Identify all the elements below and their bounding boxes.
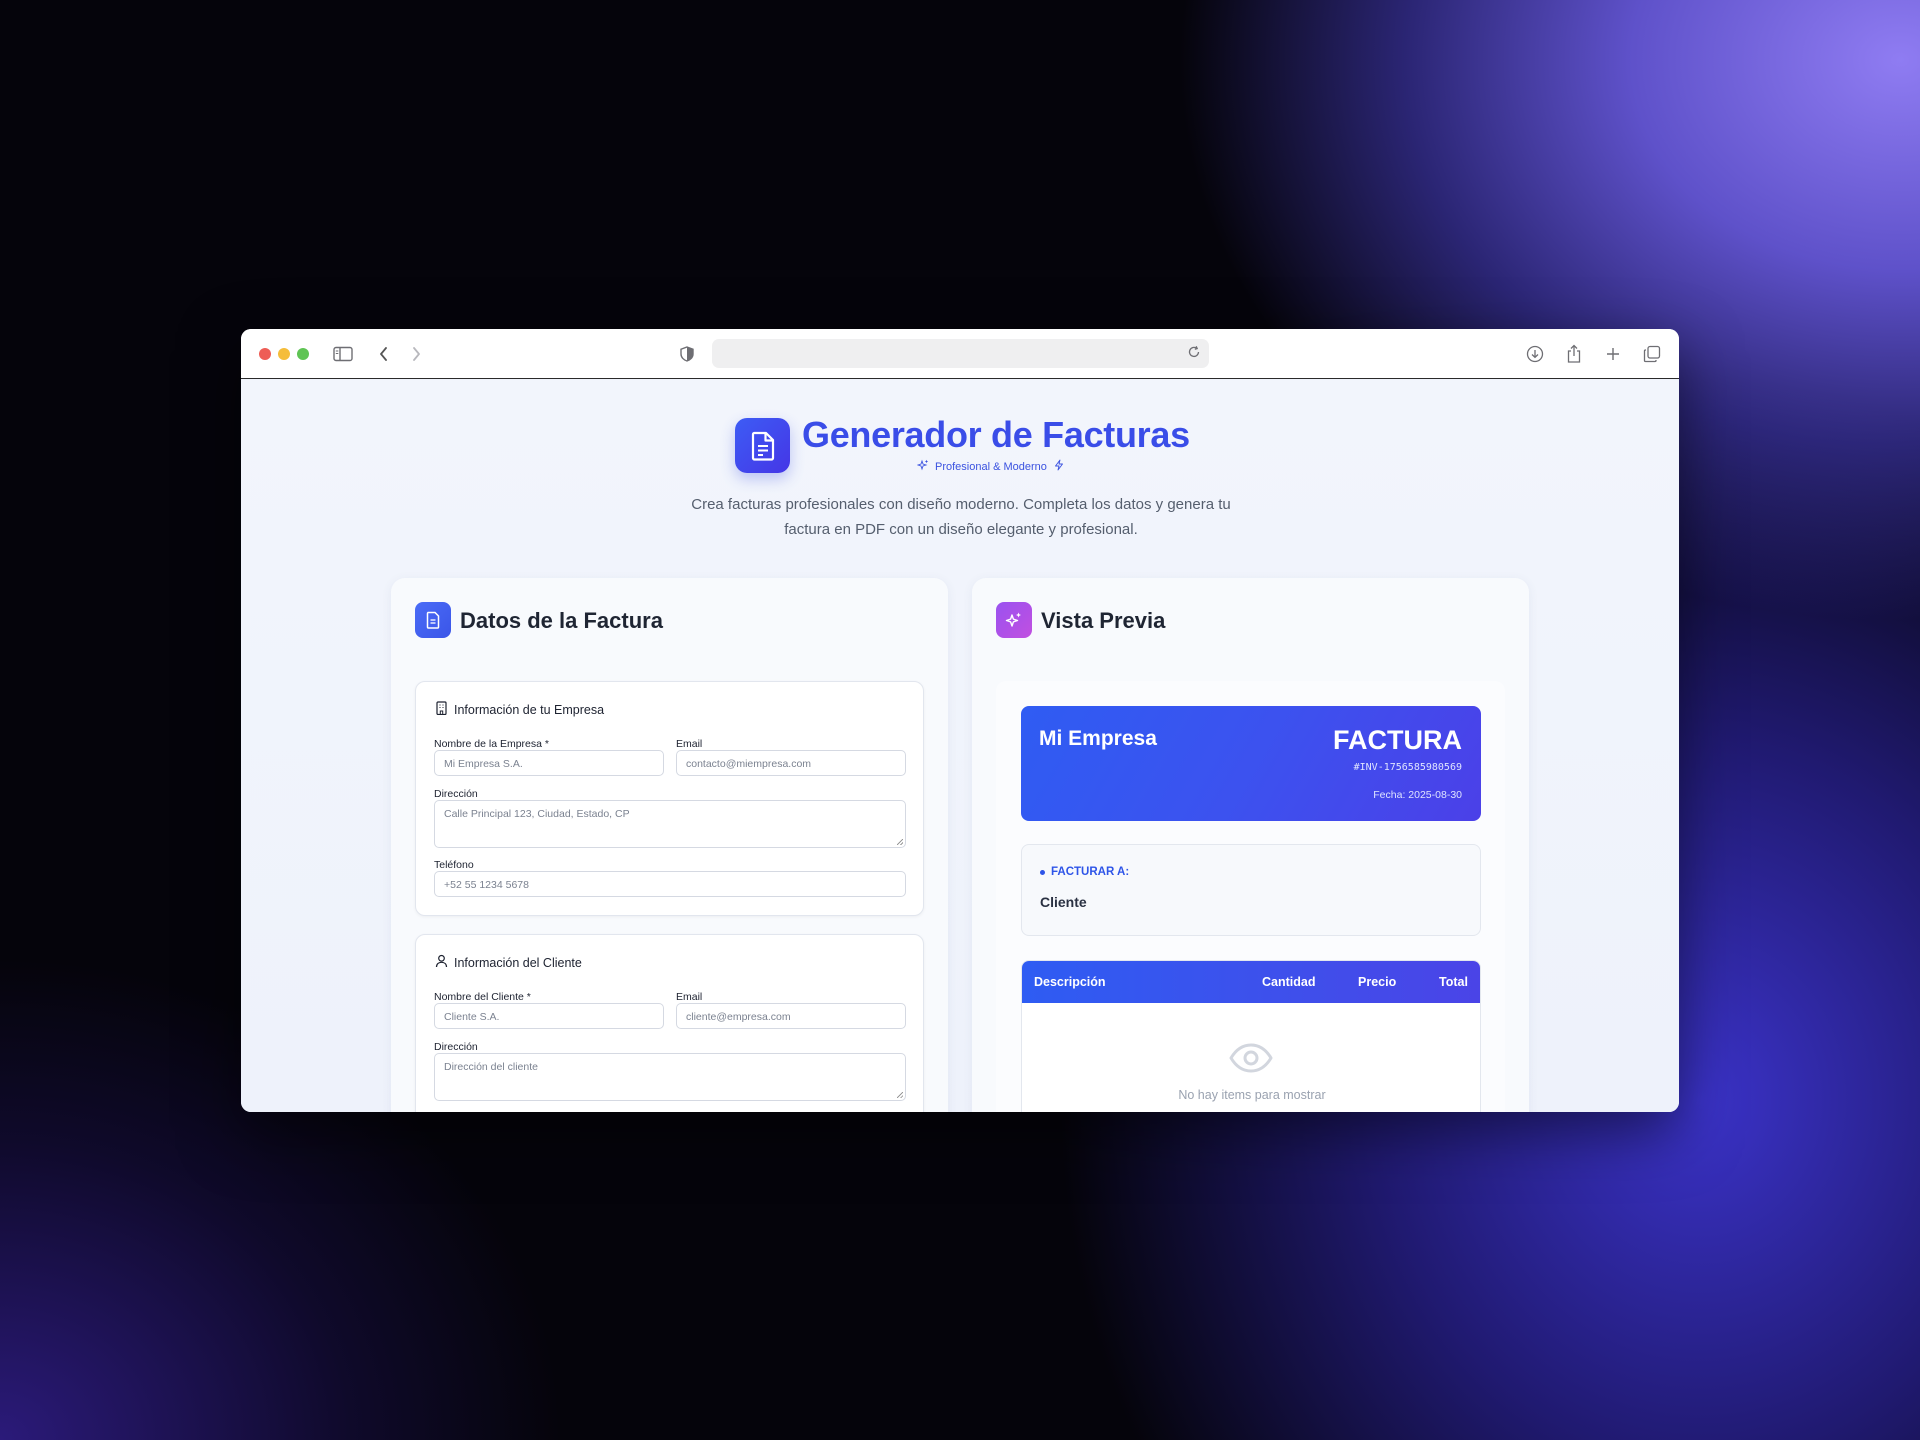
hero-tagline: Profesional & Moderno [916,459,1065,474]
form-panel-title: Datos de la Factura [460,608,663,633]
invoice-form-panel: Datos de la Factura Información de tu Em… [391,578,948,1112]
form-document-icon [415,602,451,638]
client-name-label: Nombre del Cliente * [434,991,531,1003]
new-tab-icon[interactable] [1602,343,1624,365]
bill-to-label-text: FACTURAR A: [1051,866,1130,878]
company-phone-label: Teléfono [434,859,474,871]
document-logo-icon [735,418,790,473]
bill-to-label: FACTURAR A: [1040,866,1129,878]
company-email-input[interactable]: contacto@miempresa.com [676,750,906,776]
column-total: Total [1439,975,1468,989]
download-icon[interactable] [1524,343,1546,365]
invoice-title: FACTURA [1333,725,1462,755]
company-info-heading: Información de tu Empresa [435,701,604,718]
sidebar-toggle-icon[interactable] [332,343,354,365]
user-icon [435,954,448,971]
hero-description: Crea facturas profesionales con diseño m… [691,496,1231,538]
privacy-shield-icon[interactable] [676,343,698,365]
column-quantity: Cantidad [1262,975,1316,989]
client-name-input[interactable]: Cliente S.A. [434,1003,664,1029]
company-name-input[interactable]: Mi Empresa S.A. [434,750,664,776]
invoice-company-name: Mi Empresa [1039,727,1157,750]
company-info-heading-text: Información de tu Empresa [454,702,605,717]
preview-panel: Vista Previa Mi Empresa FACTURA #INV-175… [972,578,1529,1112]
client-info-heading: Información del Cliente [435,954,582,971]
page-content: Generador de Facturas Profesional & Mode… [241,380,1679,1112]
items-table-header: Descripción Cantidad Precio Total [1022,961,1480,1003]
hero-tagline-text: Profesional & Moderno [935,460,1047,473]
company-phone-input[interactable]: +52 55 1234 5678 [434,871,906,897]
company-info-card: Información de tu Empresa Nombre de la E… [415,681,924,916]
invoice-header: Mi Empresa FACTURA #INV-1756585980569 Fe… [1021,706,1481,821]
empty-items-message: No hay items para mostrar [1178,1088,1326,1102]
browser-toolbar [241,329,1679,379]
bill-to-box: FACTURAR A: Cliente [1021,844,1481,936]
invoice-date: Fecha: 2025-08-30 [1373,789,1462,801]
close-window-button[interactable] [259,348,271,360]
company-name-label: Nombre de la Empresa * [434,738,549,750]
client-email-label: Email [676,991,703,1003]
reload-icon[interactable] [1187,345,1201,364]
client-address-label: Dirección [434,1041,478,1053]
minimize-window-button[interactable] [278,348,290,360]
building-icon [435,701,448,718]
zap-icon [1053,459,1065,474]
column-price: Precio [1358,975,1397,989]
client-address-textarea[interactable]: Dirección del cliente [434,1053,906,1101]
zoom-window-button[interactable] [297,348,309,360]
items-table: Descripción Cantidad Precio Total No hay… [1021,960,1481,1112]
tab-overview-icon[interactable] [1641,343,1663,365]
bill-to-client: Cliente [1040,894,1087,910]
company-address-textarea[interactable]: Calle Principal 123, Ciudad, Estado, CP [434,800,906,848]
preview-panel-title: Vista Previa [1041,608,1166,633]
address-bar[interactable] [712,339,1209,368]
eye-icon [1229,1043,1273,1078]
column-description: Descripción [1034,975,1106,989]
browser-window: Generador de Facturas Profesional & Mode… [241,329,1679,1112]
back-arrow-icon[interactable] [373,343,395,365]
share-icon[interactable] [1563,343,1585,365]
invoice-preview: Mi Empresa FACTURA #INV-1756585980569 Fe… [996,681,1505,1112]
company-email-label: Email [676,738,703,750]
sparkles-icon [916,459,929,474]
client-email-input[interactable]: cliente@empresa.com [676,1003,906,1029]
company-address-label: Dirección [434,788,478,800]
forward-arrow-icon[interactable] [405,343,427,365]
invoice-number: #INV-1756585980569 [1353,762,1462,773]
bullet-dot-icon [1040,869,1045,875]
sparkles-badge-icon [996,602,1032,638]
page-title: Generador de Facturas [802,414,1190,455]
client-info-heading-text: Información del Cliente [454,955,582,970]
client-info-card: Información del Cliente Nombre del Clien… [415,934,924,1112]
